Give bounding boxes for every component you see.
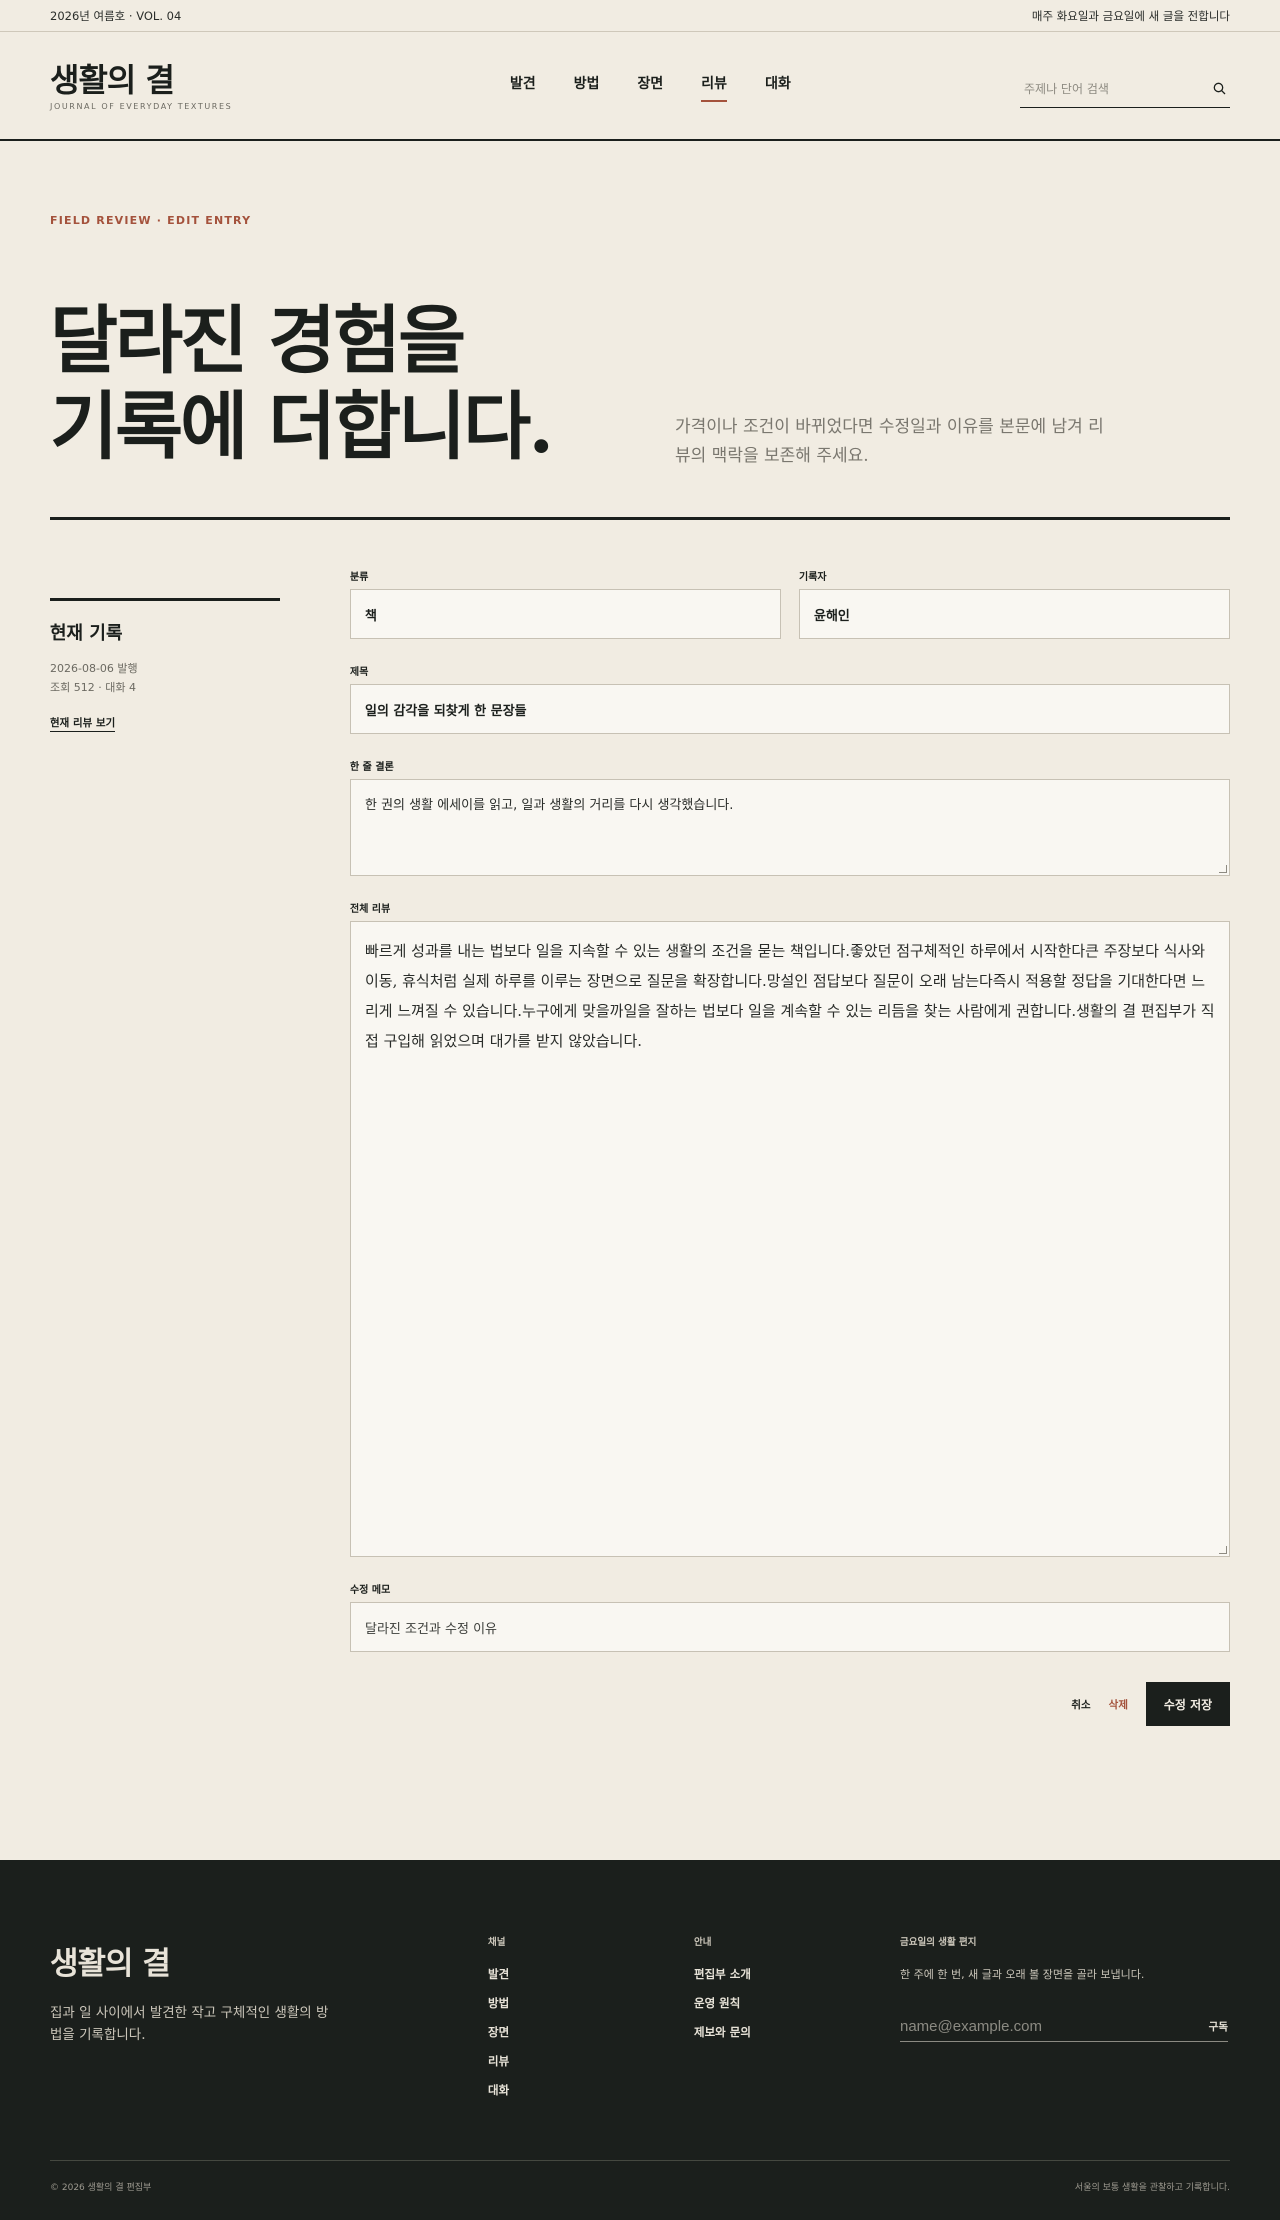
footer-bottom: © 2026 생활의 결 편집부 서울의 보통 생활을 관찰하고 기록합니다.: [50, 2180, 1230, 2193]
panel-title: 현재 기록: [50, 623, 123, 644]
meta-row: 분류 책 기록자 윤해인: [350, 568, 1230, 639]
memo-field[interactable]: 달라진 조건과 수정 이유: [350, 1602, 1230, 1652]
nav-item-discover[interactable]: 발견: [510, 73, 536, 99]
hero-divider: [50, 517, 1230, 520]
eyebrow: FIELD REVIEW · EDIT ENTRY: [50, 214, 252, 227]
view-review-link[interactable]: 현재 리뷰 보기: [50, 715, 116, 732]
body-textarea[interactable]: 빠르게 성과를 내는 법보다 일을 지속할 수 있는 생활의 조건을 묻는 책입…: [350, 921, 1230, 1557]
summary-label: 한 줄 결론: [350, 762, 394, 773]
footer-link-review[interactable]: 리뷰: [488, 2053, 509, 2069]
body-label: 전체 리뷰: [350, 904, 391, 915]
form-actions: 취소 삭제 수정 저장: [350, 1682, 1230, 1726]
body-text: 빠르게 성과를 내는 법보다 일을 지속할 수 있는 생활의 조건을 묻는 책입…: [365, 942, 1215, 1050]
current-record-panel: 현재 기록 2026-08-06 발행 조회 512 · 대화 4 현재 리뷰 …: [50, 598, 280, 732]
cancel-button[interactable]: 취소: [1071, 1697, 1090, 1712]
footer-link-about[interactable]: 편집부 소개: [694, 1966, 751, 1982]
brand-title: 생활의 결: [50, 61, 175, 99]
nav-item-review[interactable]: 리뷰: [701, 73, 727, 102]
footer-link-discover[interactable]: 발견: [488, 1966, 509, 1982]
site-footer: 생활의 결 집과 일 사이에서 발견한 작고 구체적인 생활의 방법을 기록합니…: [0, 1860, 1280, 2220]
save-button[interactable]: 수정 저장: [1146, 1682, 1230, 1726]
main-nav: 발견 방법 장면 리뷰 대화: [510, 73, 1020, 102]
subscribe-button[interactable]: 구독: [1209, 2019, 1228, 2034]
newsletter-form: 구독: [900, 2012, 1228, 2042]
footer-description: 집과 일 사이에서 발견한 작고 구체적인 생활의 방법을 기록합니다.: [50, 2005, 329, 2043]
footer-divider: [50, 2160, 1230, 2161]
summary-textarea[interactable]: 한 권의 생활 에세이를 읽고, 일과 생활의 거리를 다시 생각했습니다.: [350, 779, 1230, 876]
page-title-line1: 달라진 경험을: [50, 298, 466, 384]
title-label: 제목: [350, 667, 369, 678]
nav-item-conversation[interactable]: 대화: [765, 73, 791, 99]
nav-item-scene[interactable]: 장면: [638, 73, 664, 99]
footer-link-contact[interactable]: 제보와 문의: [694, 2024, 751, 2040]
resize-handle[interactable]: [1219, 865, 1227, 873]
title-field[interactable]: 일의 감각을 되찾게 한 문장들: [350, 684, 1230, 734]
footer-brand: 생활의 결: [50, 1946, 171, 1982]
footer-info: 안내 편집부 소개 운영 원칙 제보와 문의: [694, 1934, 751, 2053]
email-field[interactable]: [900, 2018, 1170, 2035]
author-label: 기록자: [799, 572, 827, 583]
summary-text: 한 권의 생활 에세이를 읽고, 일과 생활의 거리를 다시 생각했습니다.: [365, 798, 734, 813]
issue-label: 2026년 여름호 · VOL. 04: [50, 8, 182, 23]
category-field[interactable]: 책: [350, 589, 781, 639]
newsletter: 금요일의 생활 편지 한 주에 한 번, 새 글과 오래 볼 장면을 골라 보냅…: [900, 1934, 1228, 2042]
newsletter-description: 한 주에 한 번, 새 글과 오래 볼 장면을 골라 보냅니다.: [900, 1968, 1145, 1981]
search-box: [1020, 72, 1230, 108]
resize-handle[interactable]: [1219, 1546, 1227, 1554]
page-description: 가격이나 조건이 바뀌었다면 수정일과 이유를 본문에 남겨 리뷰의 맥락을 보…: [675, 417, 1104, 466]
delete-button[interactable]: 삭제: [1109, 1697, 1128, 1712]
channels-title: 채널: [488, 1937, 506, 1948]
record-stats: 조회 512 · 대화 4: [50, 681, 136, 694]
search-icon[interactable]: [1213, 80, 1226, 99]
footer-link-principles[interactable]: 운영 원칙: [694, 1995, 751, 2011]
page-title-line2: 기록에 더합니다.: [50, 384, 554, 470]
category-label: 분류: [350, 572, 369, 583]
brand-subtitle: JOURNAL OF EVERYDAY TEXTURES: [50, 102, 233, 111]
newsletter-title: 금요일의 생활 편지: [900, 1937, 977, 1948]
footer-link-method[interactable]: 방법: [488, 1995, 509, 2011]
nav-item-method[interactable]: 방법: [574, 73, 600, 99]
site-header: 생활의 결 JOURNAL OF EVERYDAY TEXTURES 발견 방법…: [50, 32, 1230, 139]
footer-tagline: 서울의 보통 생활을 관찰하고 기록합니다.: [1074, 2183, 1230, 2193]
footer-link-conversation[interactable]: 대화: [488, 2082, 509, 2098]
page-title: 달라진 경험을 기록에 더합니다.: [50, 298, 690, 470]
info-title: 안내: [694, 1937, 712, 1948]
brand[interactable]: 생활의 결 JOURNAL OF EVERYDAY TEXTURES: [50, 60, 510, 111]
footer-channels: 채널 발견 방법 장면 리뷰 대화: [488, 1934, 509, 2111]
search-input[interactable]: [1024, 82, 1194, 96]
header-divider: [0, 139, 1280, 141]
copyright: © 2026 생활의 결 편집부: [50, 2183, 152, 2193]
schedule-label: 매주 화요일과 금요일에 새 글을 전합니다: [1031, 8, 1230, 23]
top-strip: 2026년 여름호 · VOL. 04 매주 화요일과 금요일에 새 글을 전합…: [50, 0, 1230, 31]
published-date: 2026-08-06 발행: [50, 662, 138, 675]
author-field[interactable]: 윤해인: [799, 589, 1230, 639]
edit-review-form: 분류 책 기록자 윤해인 제목 일의 감각을 되찾게 한 문장들 한 줄 결론 …: [350, 568, 1230, 1726]
footer-link-scene[interactable]: 장면: [488, 2024, 509, 2040]
memo-label: 수정 메모: [350, 1585, 391, 1596]
